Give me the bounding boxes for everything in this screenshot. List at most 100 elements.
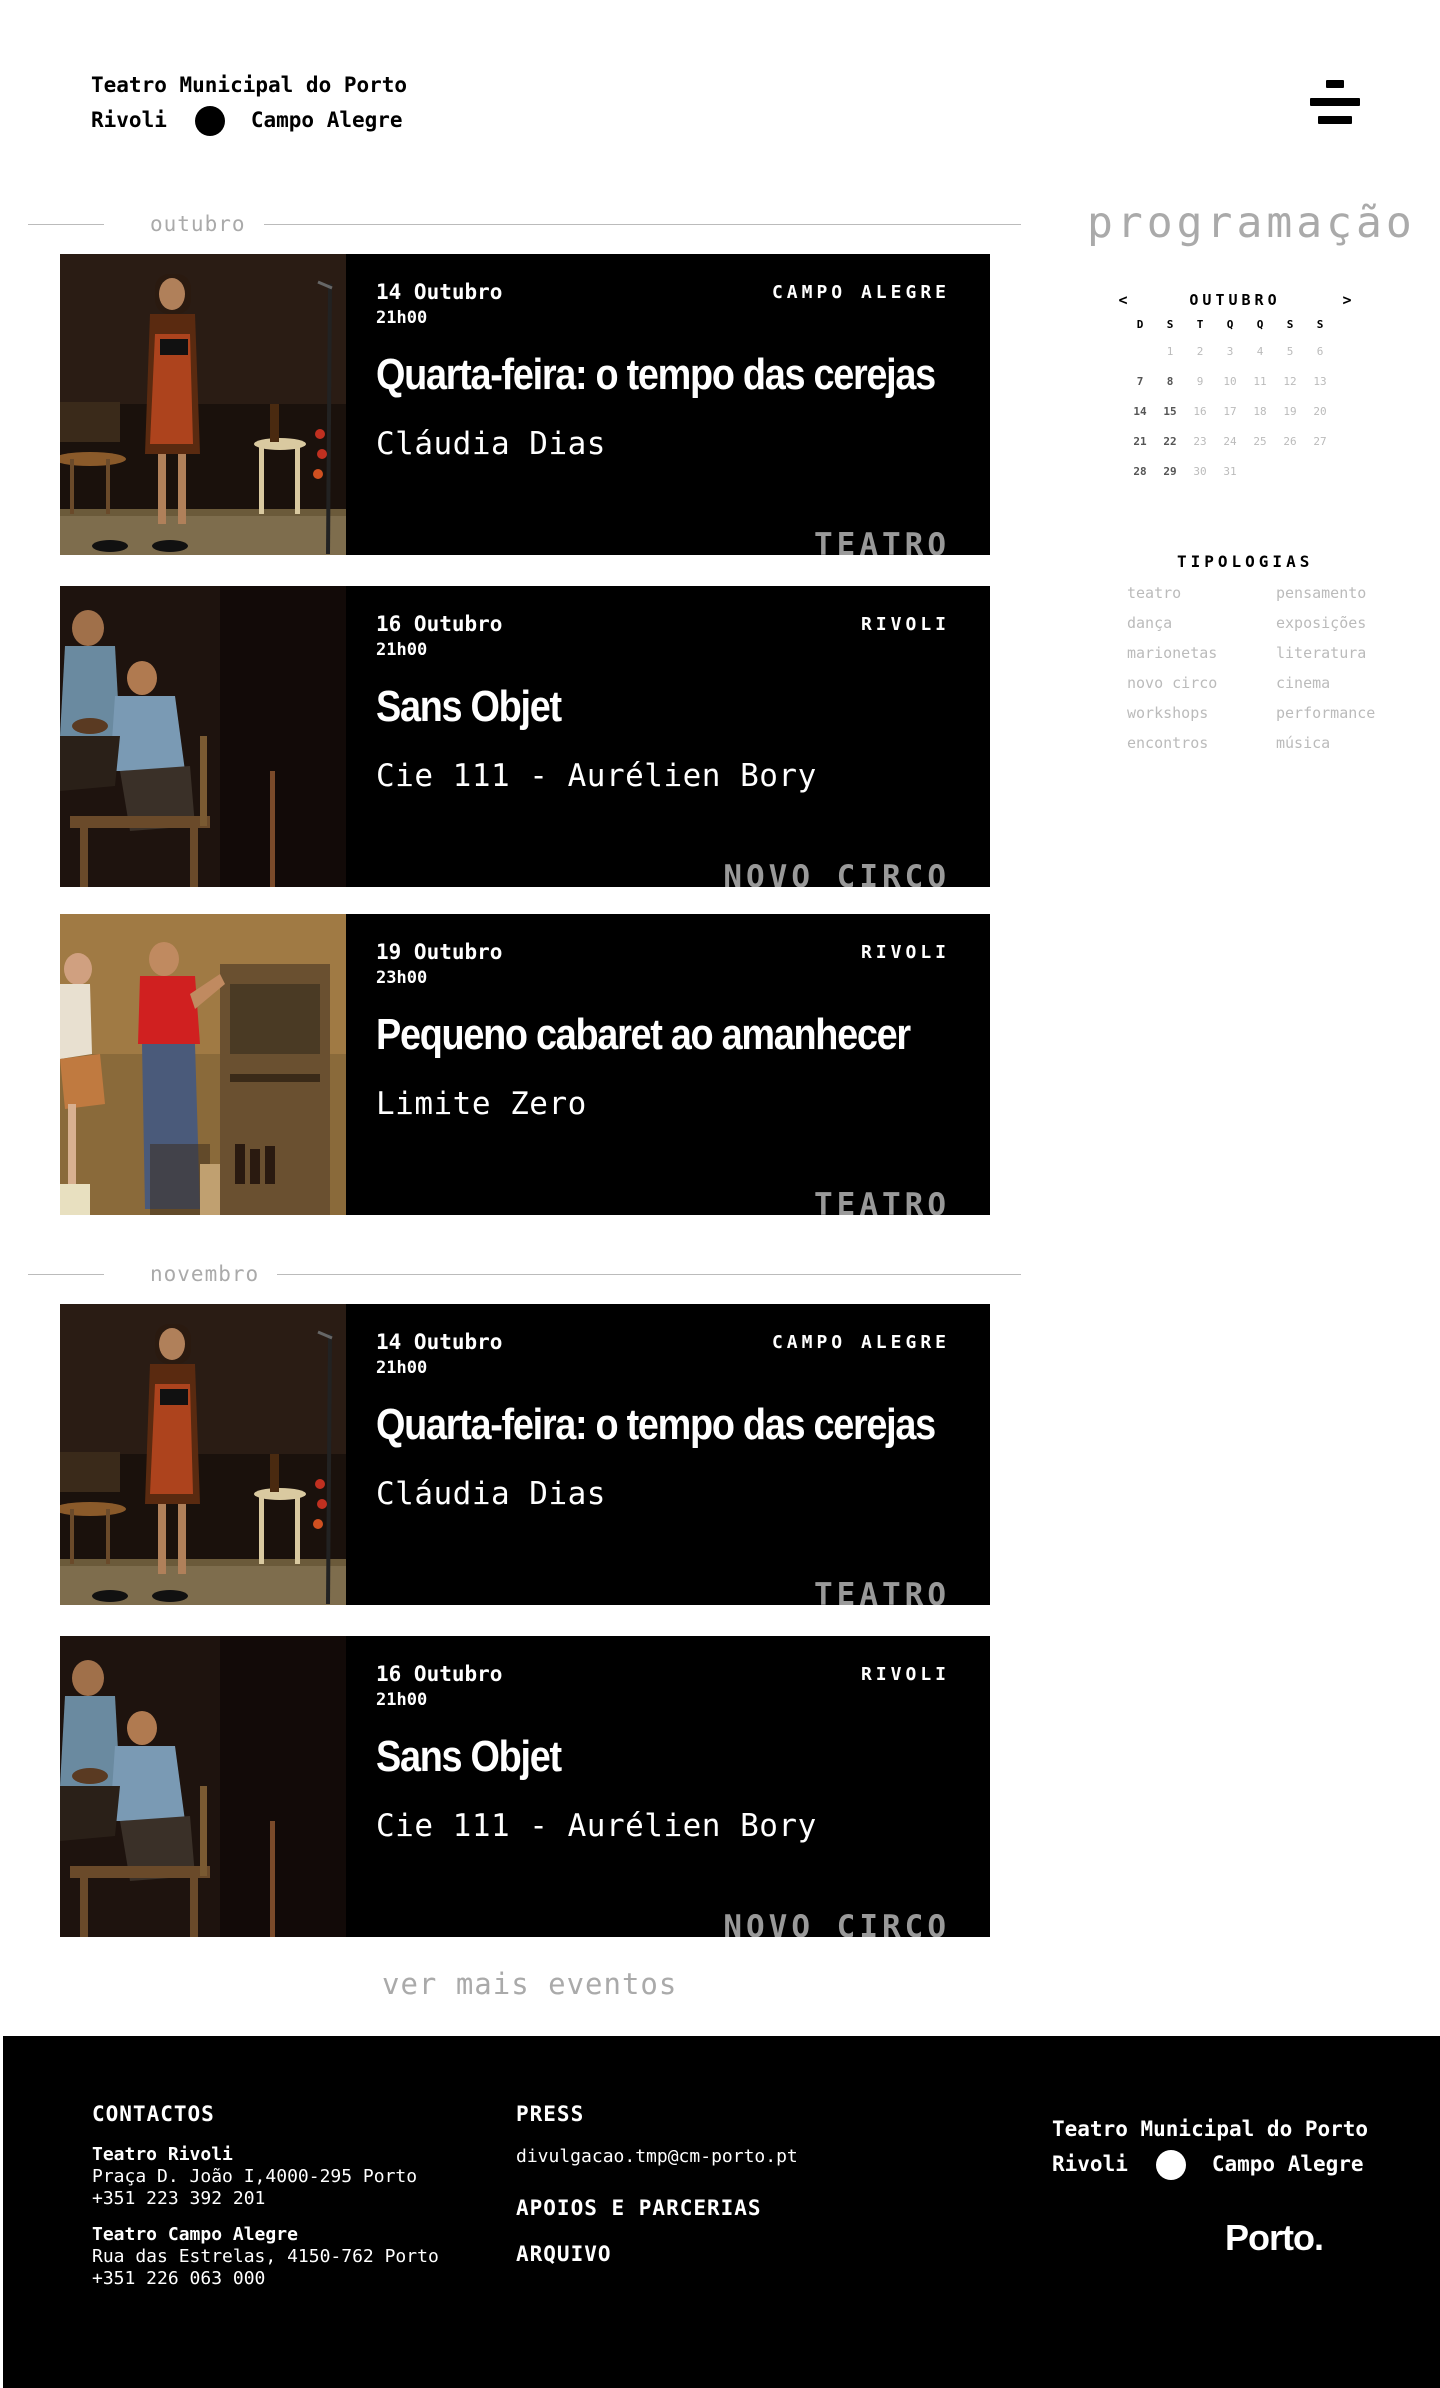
event-card[interactable]: 19 Outubro 23h00 RIVOLI Pequeno cabaret …	[60, 914, 990, 1215]
footer-brand-rivoli: Rivoli	[1052, 2152, 1128, 2176]
calendar-day[interactable]: 6	[1305, 345, 1335, 364]
event-title[interactable]: Quarta-feira: o tempo das cerejas	[376, 1400, 936, 1450]
tipologia-link[interactable]: workshops	[1127, 704, 1276, 725]
event-card[interactable]: 14 Outubro 21h00 CAMPO ALEGRE Quarta-fei…	[60, 254, 990, 555]
event-artist: Cie 111 - Aurélien Bory	[376, 1808, 817, 1844]
event-time: 21h00	[376, 640, 428, 660]
event-title[interactable]: Quarta-feira: o tempo das cerejas	[376, 350, 936, 400]
event-time: 21h00	[376, 1358, 428, 1378]
campo-name: Teatro Campo Alegre	[92, 2224, 298, 2245]
calendar-day[interactable]: 19	[1275, 405, 1305, 424]
tipologia-link[interactable]: dança	[1127, 614, 1276, 635]
arquivo-link[interactable]: ARQUIVO	[516, 2242, 612, 2266]
contactos-heading: CONTACTOS	[92, 2102, 215, 2126]
event-image	[60, 914, 346, 1215]
tipologia-link[interactable]: encontros	[1127, 734, 1276, 755]
event-time: 23h00	[376, 968, 428, 988]
calendar-day[interactable]: 11	[1245, 375, 1275, 394]
calendar-day[interactable]: 5	[1275, 345, 1305, 364]
calendar-day[interactable]: 17	[1215, 405, 1245, 424]
campo-phone[interactable]: +351 226 063 000	[92, 2268, 439, 2290]
calendar-next-button[interactable]: >	[1337, 291, 1357, 309]
calendar-day[interactable]: 22	[1155, 435, 1185, 454]
press-heading[interactable]: PRESS	[516, 2102, 584, 2126]
event-title[interactable]: Sans Objet	[376, 682, 562, 732]
weekday-label: S	[1316, 318, 1324, 331]
event-title[interactable]: Pequeno cabaret ao amanhecer	[376, 1010, 911, 1060]
event-title[interactable]: Sans Objet	[376, 1732, 562, 1782]
month-separator: outubro	[28, 212, 1021, 236]
calendar-day[interactable]: 21	[1125, 435, 1155, 454]
calendar-day[interactable]: 28	[1125, 465, 1155, 484]
event-card[interactable]: 16 Outubro 21h00 RIVOLI Sans Objet Cie 1…	[60, 1636, 990, 1937]
footer: CONTACTOS Teatro Rivoli Praça D. João I,…	[3, 2036, 1440, 2388]
event-image	[60, 254, 346, 555]
event-type: TEATRO	[814, 1577, 950, 1605]
event-venue: RIVOLI	[860, 614, 950, 635]
calendar-day[interactable]: 24	[1215, 435, 1245, 454]
tipologia-link[interactable]: teatro	[1127, 584, 1276, 605]
calendar-day[interactable]: 14	[1125, 405, 1155, 424]
brand-campo-alegre: Campo Alegre	[250, 108, 403, 132]
event-date: 16 Outubro	[376, 612, 503, 636]
ver-mais-eventos-link[interactable]: ver mais eventos	[382, 1967, 677, 2001]
event-card[interactable]: 14 Outubro 21h00 CAMPO ALEGRE Quarta-fei…	[60, 1304, 990, 1605]
calendar-day[interactable]: 25	[1245, 435, 1275, 454]
menu-icon[interactable]	[1310, 80, 1360, 124]
calendar-day[interactable]: 30	[1185, 465, 1215, 484]
apoios-link[interactable]: APOIOS E PARCERIAS	[516, 2196, 762, 2220]
porto-logo[interactable]: Porto.	[1225, 2217, 1324, 2259]
footer-brand-name: Teatro Municipal do Porto	[1052, 2117, 1369, 2141]
calendar-day[interactable]: 10	[1215, 375, 1245, 394]
calendar-day[interactable]: 1	[1155, 345, 1185, 364]
event-card[interactable]: 16 Outubro 21h00 RIVOLI Sans Objet Cie 1…	[60, 586, 990, 887]
calendar-day[interactable]: 13	[1305, 375, 1335, 394]
calendar-day[interactable]: 7	[1125, 375, 1155, 394]
calendar-day[interactable]: 3	[1215, 345, 1245, 364]
event-venue: RIVOLI	[860, 1664, 950, 1685]
calendar-month: OUTUBRO	[1189, 291, 1281, 309]
tipologia-link[interactable]: exposições	[1276, 614, 1396, 635]
tipologia-link[interactable]: pensamento	[1276, 584, 1396, 605]
brand-logo[interactable]: Teatro Municipal do Porto Rivoli Campo A…	[91, 68, 407, 138]
event-image	[60, 1636, 346, 1937]
calendar-day[interactable]: 4	[1245, 345, 1275, 364]
rivoli-phone[interactable]: +351 223 392 201	[92, 2188, 417, 2210]
weekday-label: Q	[1226, 318, 1234, 331]
calendar-day[interactable]: 18	[1245, 405, 1275, 424]
event-artist: Cláudia Dias	[376, 426, 606, 462]
tipologia-link[interactable]: performance	[1276, 704, 1396, 725]
calendar-grid: D S T Q Q S S 1 2 3 4 5 6 7 8 9 10 11 12 13 14 15 16 17 1…	[1125, 318, 1357, 484]
event-time: 21h00	[376, 1690, 428, 1710]
footer-brand-logo[interactable]: Teatro Municipal do Porto Rivoli Campo A…	[1052, 2112, 1368, 2182]
event-artist: Limite Zero	[376, 1086, 587, 1122]
calendar-day[interactable]: 26	[1275, 435, 1305, 454]
event-type: TEATRO	[814, 527, 950, 555]
calendar-day[interactable]: 2	[1185, 345, 1215, 364]
calendar-day[interactable]: 20	[1305, 405, 1335, 424]
tipologia-link[interactable]: literatura	[1276, 644, 1396, 665]
tipologia-link[interactable]: novo circo	[1127, 674, 1276, 695]
tipologia-link[interactable]: marionetas	[1127, 644, 1276, 665]
calendar-day[interactable]: 29	[1155, 465, 1185, 484]
press-email[interactable]: divulgacao.tmp@cm-porto.pt	[516, 2146, 798, 2168]
footer-brand-campo-alegre: Campo Alegre	[1211, 2152, 1364, 2176]
header: Teatro Municipal do Porto Rivoli Campo A…	[0, 0, 1440, 170]
event-type: TEATRO	[814, 1187, 950, 1215]
calendar-day[interactable]: 12	[1275, 375, 1305, 394]
event-date: 14 Outubro	[376, 1330, 503, 1354]
calendar-day[interactable]: 16	[1185, 405, 1215, 424]
tipologia-link[interactable]: cinema	[1276, 674, 1396, 695]
calendar-empty-cell	[1125, 345, 1155, 364]
calendar-day[interactable]: 15	[1155, 405, 1185, 424]
event-venue: CAMPO ALEGRE	[771, 1332, 950, 1353]
calendar-day[interactable]: 9	[1185, 375, 1215, 394]
event-image	[60, 1304, 346, 1605]
calendar-day[interactable]: 27	[1305, 435, 1335, 454]
calendar-day[interactable]: 23	[1185, 435, 1215, 454]
calendar-day[interactable]: 31	[1215, 465, 1245, 484]
tipologia-link[interactable]: música	[1276, 734, 1396, 755]
month-label: outubro	[150, 212, 246, 236]
calendar-prev-button[interactable]: <	[1113, 291, 1133, 309]
calendar-day[interactable]: 8	[1155, 375, 1185, 394]
